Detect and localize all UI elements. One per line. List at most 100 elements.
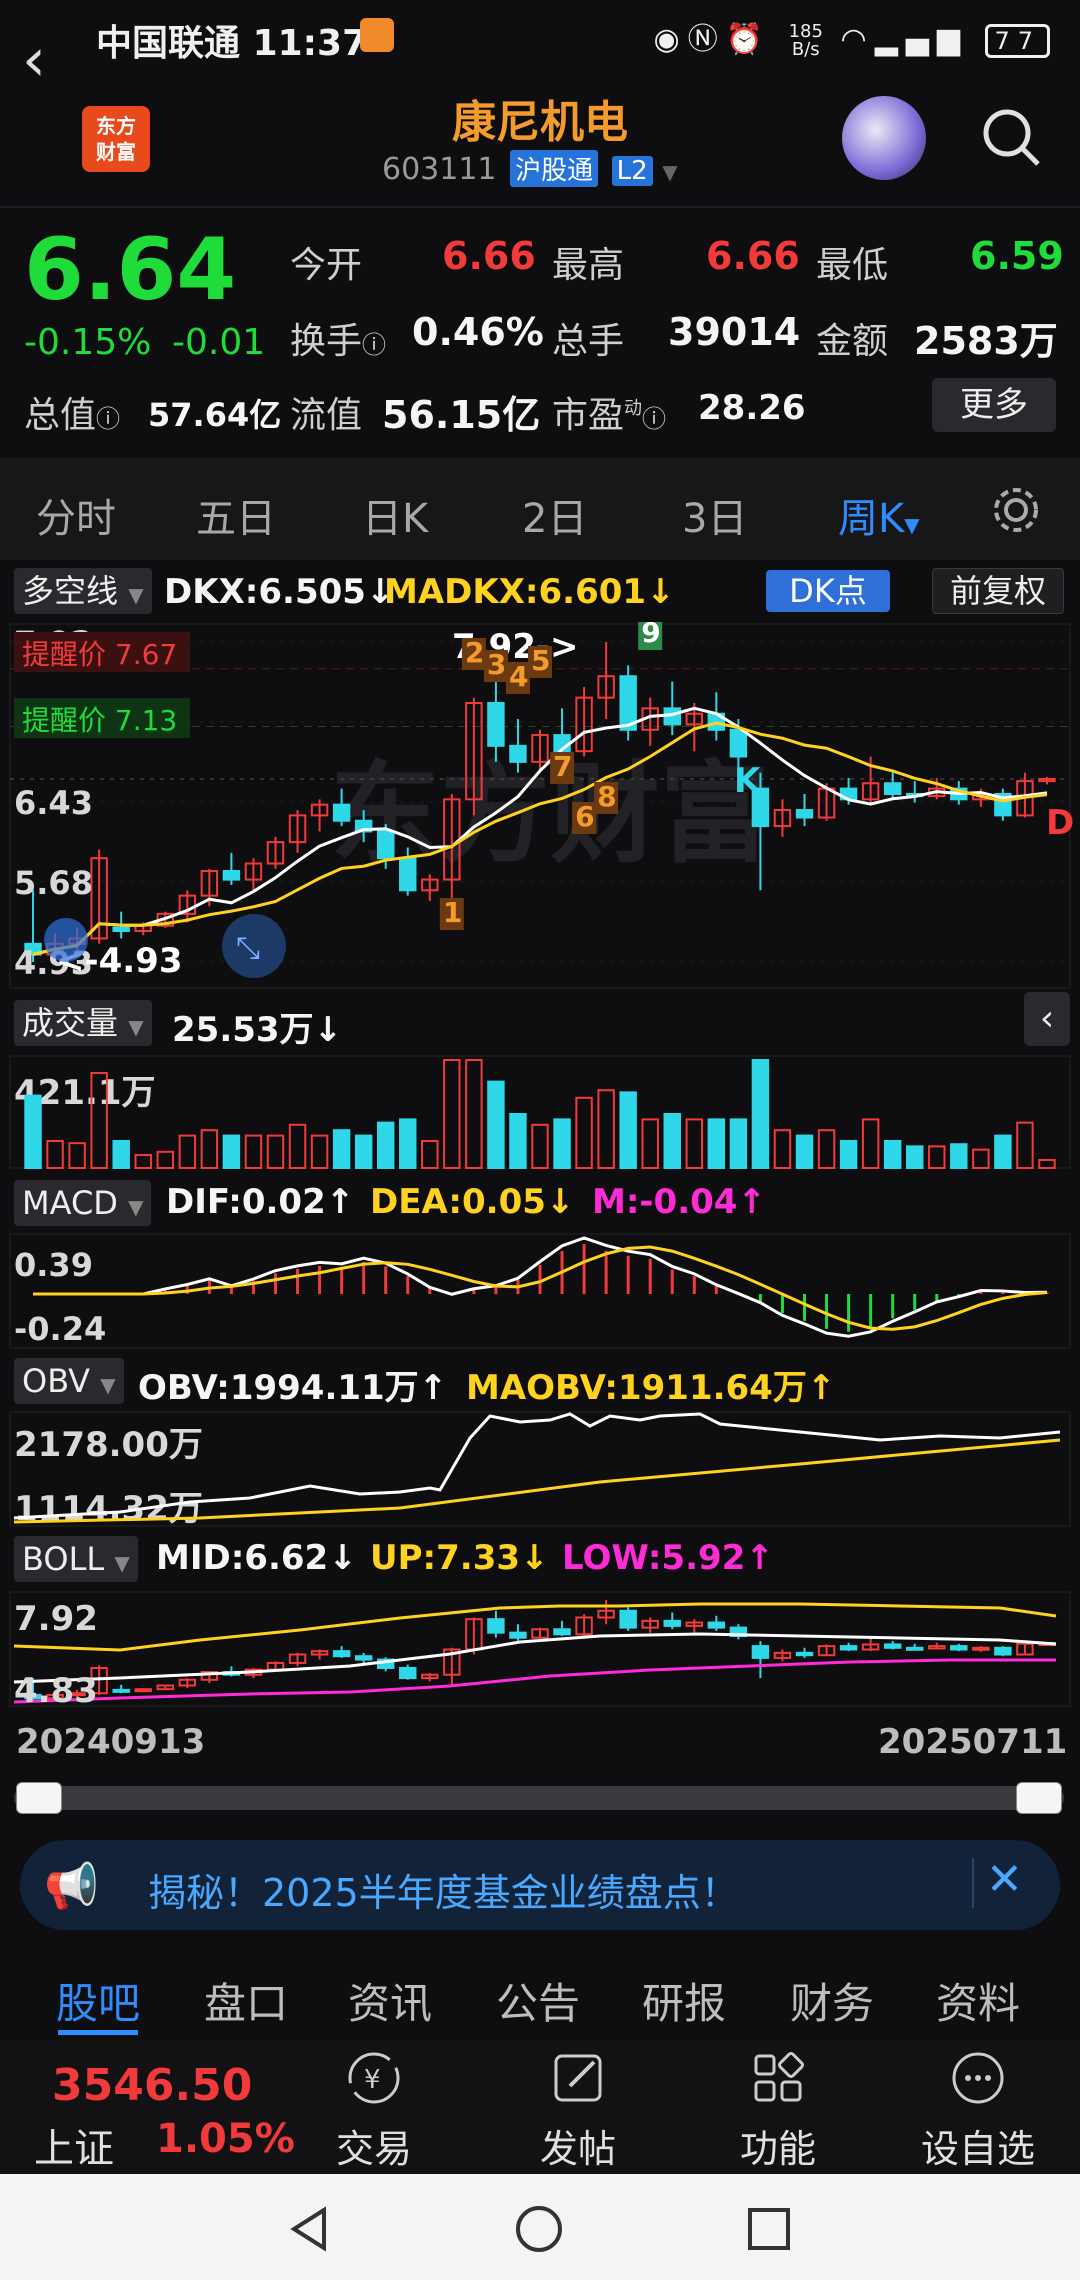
- add-watchlist-button[interactable]: 设自选: [918, 2048, 1038, 2173]
- gear-icon[interactable]: [990, 484, 1042, 536]
- trade-button[interactable]: ¥ 交易: [314, 2048, 434, 2173]
- volume-bar: [928, 1145, 946, 1170]
- volume-bar: [399, 1118, 417, 1169]
- tab-5day[interactable]: 五日: [196, 486, 276, 544]
- recents-nav-icon[interactable]: [744, 2204, 794, 2254]
- last-price: 6.64: [24, 220, 237, 320]
- pe-label: 市盈动ⓘ: [552, 395, 667, 436]
- boll-low-line: [13, 1658, 1056, 1704]
- tab-research[interactable]: 研报: [642, 1970, 726, 2031]
- boll-candle: [134, 1688, 152, 1693]
- low-label: 最低: [816, 245, 889, 286]
- tab-announcements[interactable]: 公告: [496, 1970, 580, 2031]
- stock-code-line[interactable]: 603111 沪股通 L2 ▼: [382, 150, 678, 187]
- tab-2day[interactable]: 2日: [522, 486, 587, 544]
- boll-up-line: [13, 1602, 1057, 1652]
- sequence-marker: 8: [597, 780, 616, 813]
- notification-icon: [360, 18, 394, 52]
- obv-value: OBV:1994.11万↑: [138, 1368, 448, 1408]
- volume-indicator-value: 25.53万↓: [172, 1010, 343, 1050]
- tab-minute[interactable]: 分时: [36, 486, 116, 544]
- volume-bar: [972, 1148, 990, 1169]
- edit-icon: [554, 2054, 602, 2102]
- more-button[interactable]: 更多: [932, 378, 1056, 432]
- open-value: 6.66: [442, 234, 536, 278]
- amount-value: 2583万: [914, 319, 1058, 363]
- close-icon[interactable]: ✕: [986, 1854, 1023, 1905]
- dk-point-button[interactable]: DK点: [766, 570, 890, 612]
- mcap-value: 57.64亿: [148, 396, 282, 434]
- candlestick-chart[interactable]: 东方财富 7.927.176.435.684.93 提醒价 7.67 提醒价 7…: [0, 622, 1080, 992]
- tab-forum[interactable]: 股吧: [56, 1970, 140, 2031]
- search-icon[interactable]: [980, 106, 1042, 168]
- volume-bar: [200, 1129, 219, 1169]
- price-axis-label: 5.68: [14, 864, 93, 902]
- open-label: 今开: [290, 245, 363, 286]
- volume-bar: [575, 1096, 593, 1169]
- macd-chart: 0.39 -0.24: [9, 1233, 1071, 1349]
- price-axis-label: 6.43: [14, 784, 93, 822]
- tab-daily[interactable]: 日K: [362, 486, 428, 544]
- post-button[interactable]: 发帖: [518, 2048, 638, 2173]
- sequence-marker: 3: [487, 648, 506, 681]
- macd-dif: DIF:0.02↑: [166, 1182, 355, 1222]
- range-slider[interactable]: [14, 1786, 1064, 1810]
- volume-bar: [46, 1140, 64, 1169]
- volume-bar: [222, 1134, 241, 1169]
- change-abs: -0.01: [172, 322, 266, 363]
- indicator-selector-obv[interactable]: OBV ▼: [14, 1358, 124, 1404]
- macd-dea: DEA:0.05↓: [370, 1182, 575, 1222]
- boll-low: LOW:5.92↑: [562, 1538, 774, 1578]
- slider-handle-right[interactable]: [1016, 1782, 1062, 1814]
- boll-y-top: 7.92: [14, 1599, 98, 1639]
- volume-bar: [883, 1140, 902, 1169]
- volume-bar: [597, 1089, 615, 1170]
- tab-profile[interactable]: 资料: [936, 1970, 1020, 2031]
- indicator-selector-main[interactable]: 多空线 ▼: [14, 568, 152, 614]
- functions-button[interactable]: 功能: [718, 2048, 838, 2173]
- indicator-selector-macd[interactable]: MACD ▼: [14, 1180, 152, 1226]
- volume-bar: [68, 1142, 86, 1170]
- boll-chart: 7.92 4.83: [9, 1591, 1071, 1710]
- bottom-tabs: 股吧 盘口 资讯 公告 研报 财务 资料: [0, 1950, 1080, 2040]
- sequence-marker: 5: [531, 644, 550, 677]
- date-start: 20240913: [16, 1722, 206, 1762]
- volume-bar: [707, 1118, 726, 1169]
- back-button[interactable]: ‹: [22, 30, 72, 90]
- indicator-selector-volume[interactable]: 成交量 ▼: [14, 1000, 152, 1046]
- adjust-button[interactable]: 前复权: [932, 568, 1064, 614]
- back-nav-icon[interactable]: [284, 2204, 334, 2254]
- collapse-button[interactable]: ‹: [1024, 992, 1070, 1046]
- indicator-selector-boll[interactable]: BOLL ▼: [14, 1536, 138, 1582]
- index-value[interactable]: 3546.50: [52, 2060, 252, 2111]
- change-pct: -0.15%: [24, 322, 152, 363]
- alarm-icon: ⏰: [725, 22, 772, 57]
- macd-y-bottom: -0.24: [14, 1310, 106, 1348]
- tab-weekly[interactable]: 周K▼: [838, 486, 920, 544]
- boll-mid: MID:6.62↓: [156, 1538, 357, 1578]
- volume-bar: [178, 1134, 197, 1169]
- slider-handle-left[interactable]: [16, 1782, 62, 1814]
- play-icon[interactable]: [44, 918, 88, 962]
- index-pct[interactable]: 1.05%: [156, 2116, 295, 2162]
- volume-bar: [553, 1118, 571, 1169]
- robot-avatar-icon[interactable]: [842, 96, 926, 180]
- tab-orderbook[interactable]: 盘口: [204, 1970, 288, 2031]
- chevron-down-icon: ▼: [662, 160, 678, 184]
- volume-bar: [376, 1121, 395, 1169]
- madkx-value: MADKX:6.601↓: [384, 572, 675, 612]
- boll-candle: [839, 1645, 858, 1651]
- volume-bar: [112, 1140, 130, 1169]
- candle: [332, 803, 351, 822]
- boll-candle: [906, 1646, 924, 1651]
- banner-text[interactable]: 揭秘！2025半年度基金业绩盘点！: [148, 1862, 739, 1917]
- tab-news[interactable]: 资讯: [348, 1970, 432, 2031]
- home-nav-icon[interactable]: [514, 2204, 564, 2254]
- low-value: 6.59: [970, 234, 1064, 278]
- tab-3day[interactable]: 3日: [682, 486, 747, 544]
- candle: [883, 782, 902, 795]
- tab-finance[interactable]: 财务: [790, 1970, 874, 2031]
- index-name[interactable]: 上证: [34, 2116, 114, 2174]
- maobv-value: MAOBV:1911.64万↑: [466, 1368, 836, 1408]
- megaphone-icon: 📢: [44, 1861, 99, 1912]
